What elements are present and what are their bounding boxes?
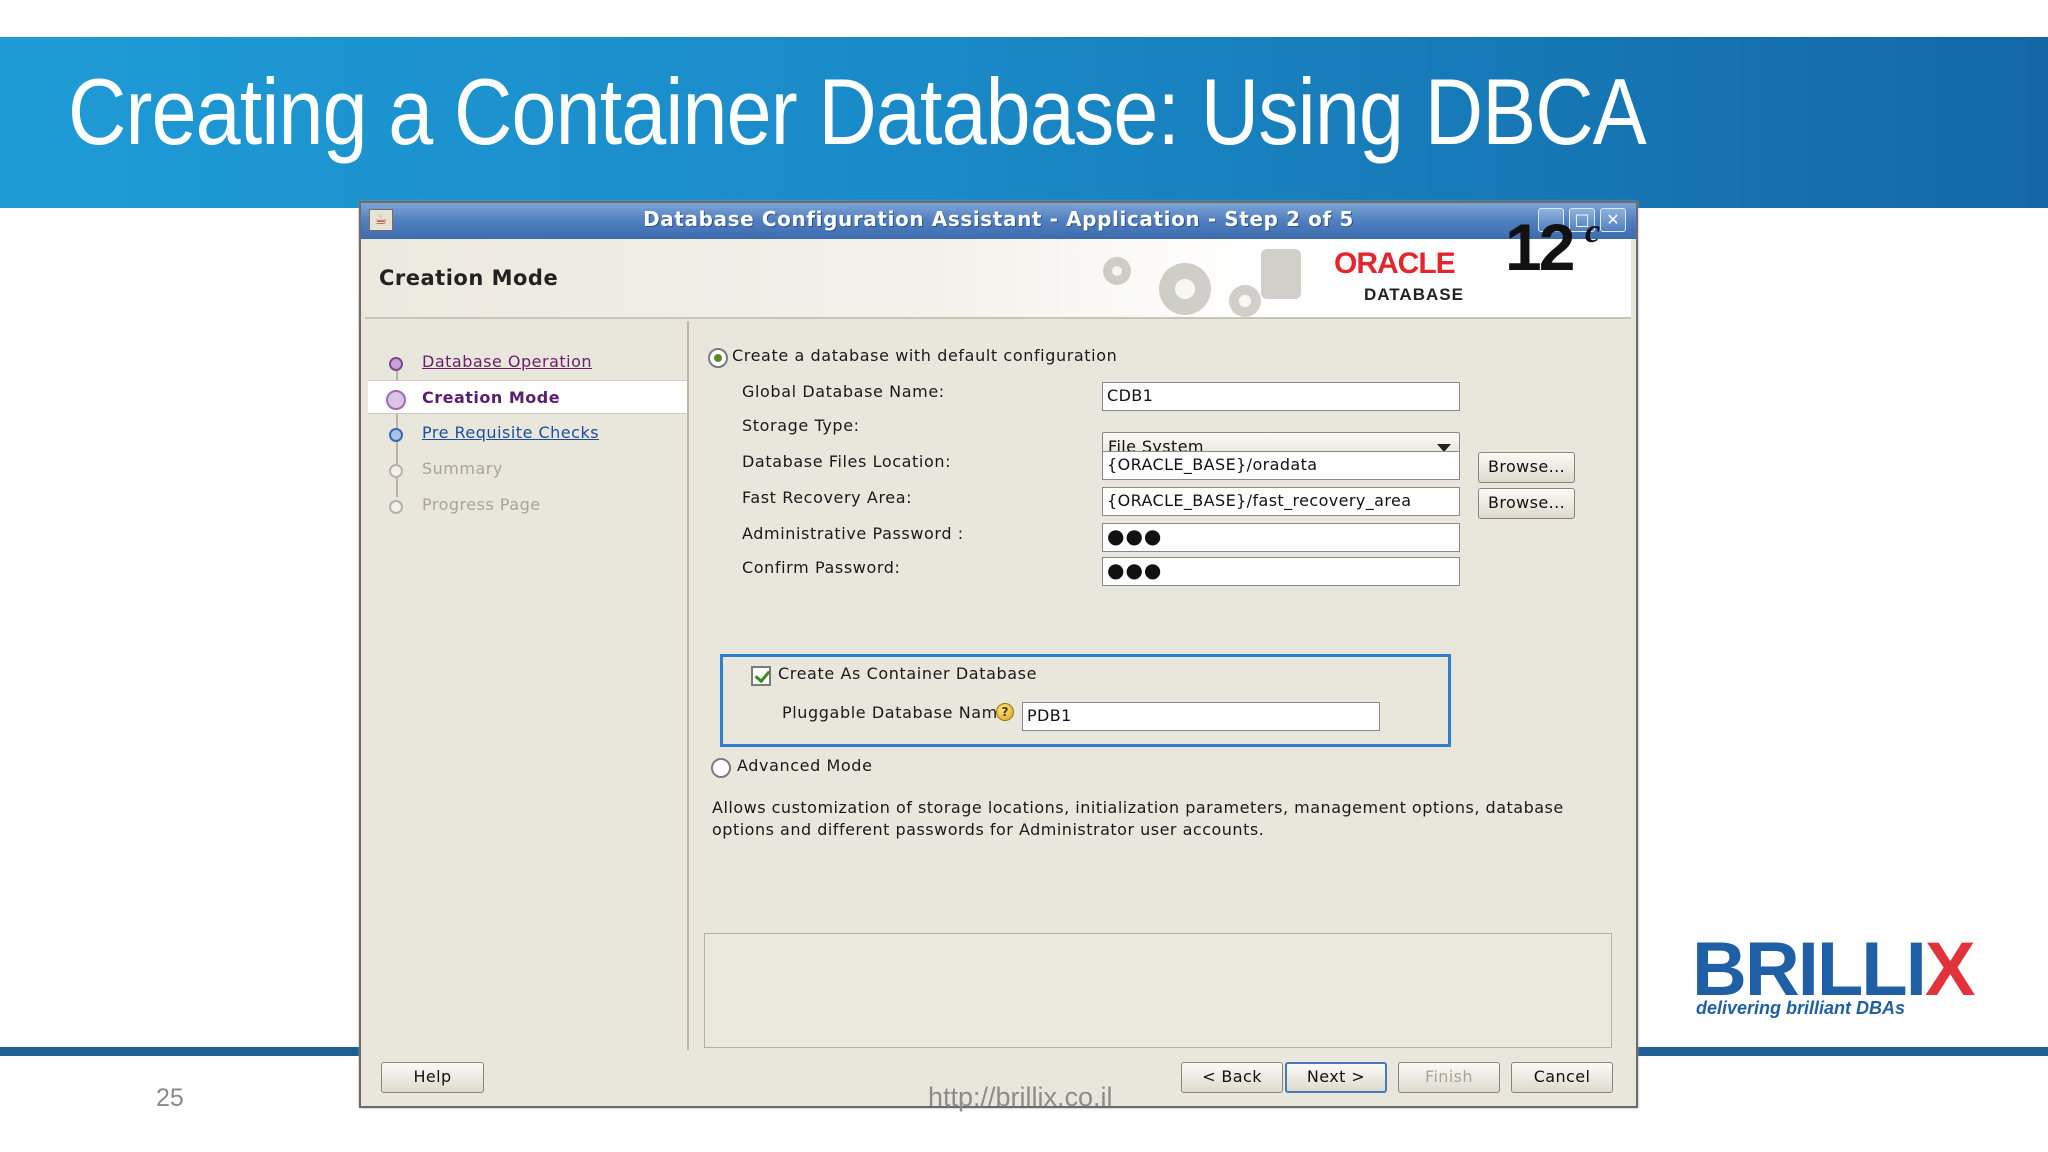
slide-title: Creating a Container Database: Using DBC… — [68, 59, 1647, 164]
global-db-name-label: Global Database Name: — [742, 382, 945, 401]
oracle-wordmark: ORACLE — [1334, 247, 1456, 280]
pluggable-db-name-label: Pluggable Database Name — [782, 703, 1009, 722]
default-config-radio[interactable] — [708, 348, 728, 368]
cancel-button[interactable]: Cancel — [1511, 1062, 1613, 1093]
brillix-logo-x: X — [1924, 927, 1976, 1012]
step-next-icon — [389, 428, 403, 442]
db-files-location-label: Database Files Location: — [742, 452, 952, 471]
default-config-label: Create a database with default configura… — [732, 346, 1118, 365]
admin-password-label: Administrative Password : — [742, 524, 964, 543]
pluggable-db-name-input[interactable]: PDB1 — [1022, 702, 1380, 731]
slide: Creating a Container Database: Using DBC… — [0, 0, 2048, 1152]
oracle-product-label: DATABASE — [1364, 285, 1464, 304]
wizard-header: Creation Mode ORACLE DATABASE — [365, 239, 1631, 319]
nav-step-label: Database Operation — [422, 352, 593, 371]
nav-step-label: Pre Requisite Checks — [422, 423, 600, 442]
oracle-version-suffix: c — [1585, 213, 1601, 250]
advanced-mode-description: Allows customization of storage location… — [712, 798, 1564, 839]
window-titlebar[interactable]: ☕ Database Configuration Assistant - App… — [361, 203, 1636, 239]
advanced-mode-label: Advanced Mode — [737, 756, 873, 775]
next-button[interactable]: Next > — [1285, 1062, 1387, 1093]
slide-number: 25 — [156, 1084, 184, 1112]
fast-recovery-area-input[interactable]: {ORACLE_BASE}/fast_recovery_area — [1102, 487, 1460, 516]
back-button[interactable]: < Back — [1181, 1062, 1283, 1093]
nav-step-progress-page: Progress Page — [368, 488, 687, 522]
confirm-password-input[interactable]: ●●● — [1102, 557, 1460, 586]
global-db-name-input[interactable]: CDB1 — [1102, 382, 1460, 411]
help-button[interactable]: Help — [381, 1062, 484, 1093]
help-hint-icon[interactable]: ? — [996, 703, 1014, 721]
advanced-mode-radio[interactable] — [711, 758, 731, 778]
step-visited-icon — [389, 357, 403, 371]
window-title: Database Configuration Assistant - Appli… — [643, 207, 1354, 231]
nav-step-database-operation[interactable]: Database Operation — [368, 345, 687, 379]
browse-recovery-area-button[interactable]: Browse... — [1478, 488, 1575, 519]
confirm-password-label: Confirm Password: — [742, 558, 901, 577]
step-current-icon — [386, 390, 406, 410]
nav-step-label: Creation Mode — [422, 388, 561, 407]
db-files-location-input[interactable]: {ORACLE_BASE}/oradata — [1102, 451, 1460, 480]
message-area — [704, 933, 1612, 1048]
browse-db-files-button[interactable]: Browse... — [1478, 452, 1575, 483]
container-db-checkbox[interactable] — [751, 666, 771, 686]
wizard-step-navigation: Database Operation Creation Mode Pre Req… — [368, 321, 689, 1050]
nav-step-label: Progress Page — [422, 495, 541, 514]
nav-step-label: Summary — [422, 459, 503, 478]
oracle-database-logo: ORACLE DATABASE — [1334, 247, 1504, 309]
brillix-tagline: delivering brilliant DBAs — [1696, 998, 1906, 1018]
fast-recovery-area-label: Fast Recovery Area: — [742, 488, 913, 507]
brillix-logo: BRILLIX delivering brilliant DBAs — [1692, 927, 2032, 1018]
nav-step-pre-requisite-checks[interactable]: Pre Requisite Checks — [368, 416, 687, 450]
step-pending-icon — [389, 500, 403, 514]
container-db-label: Create As Container Database — [778, 664, 1038, 683]
footer-url[interactable]: http://brillix.co.il — [928, 1082, 1113, 1113]
storage-type-label: Storage Type: — [742, 416, 860, 435]
gears-icon — [1103, 249, 1301, 317]
oracle-version: 12 — [1505, 210, 1575, 284]
nav-step-summary: Summary — [368, 452, 687, 486]
finish-button: Finish — [1398, 1062, 1500, 1093]
close-button[interactable]: ✕ — [1600, 208, 1626, 232]
step-pending-icon — [389, 464, 403, 478]
page-heading: Creation Mode — [379, 266, 559, 290]
nav-step-creation-mode[interactable]: Creation Mode — [368, 380, 687, 414]
admin-password-input[interactable]: ●●● — [1102, 523, 1460, 552]
